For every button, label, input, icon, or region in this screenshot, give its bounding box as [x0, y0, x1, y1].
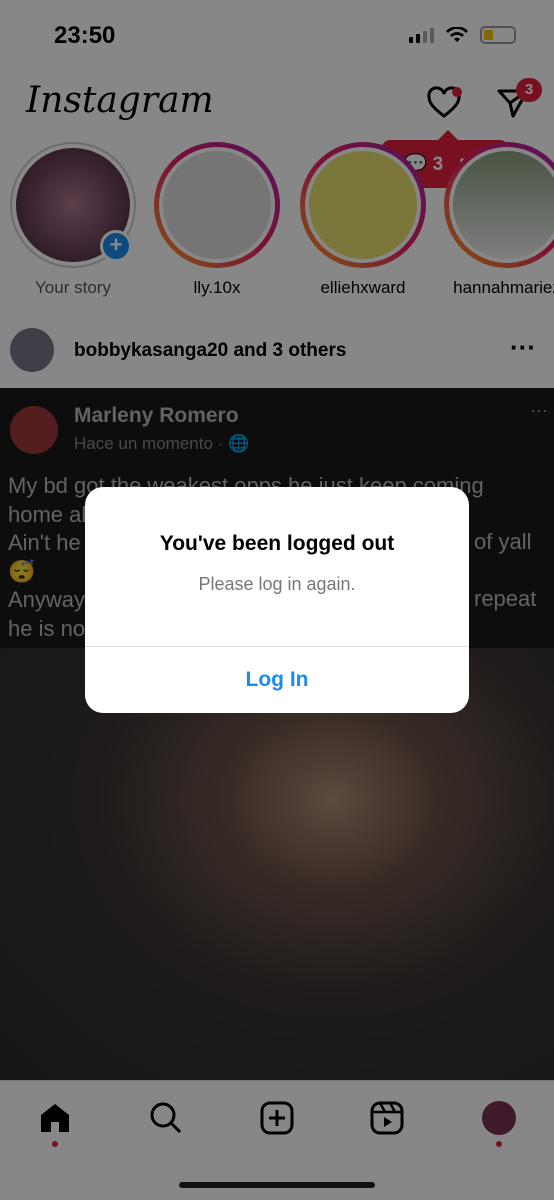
dialog-message: Please log in again. — [198, 574, 356, 594]
dialog-title: You've been logged out — [159, 532, 395, 555]
logged-out-dialog: You've been logged out Please log in aga… — [85, 487, 469, 713]
home-indicator — [179, 1182, 375, 1188]
log-in-button[interactable]: Log In — [85, 646, 469, 713]
